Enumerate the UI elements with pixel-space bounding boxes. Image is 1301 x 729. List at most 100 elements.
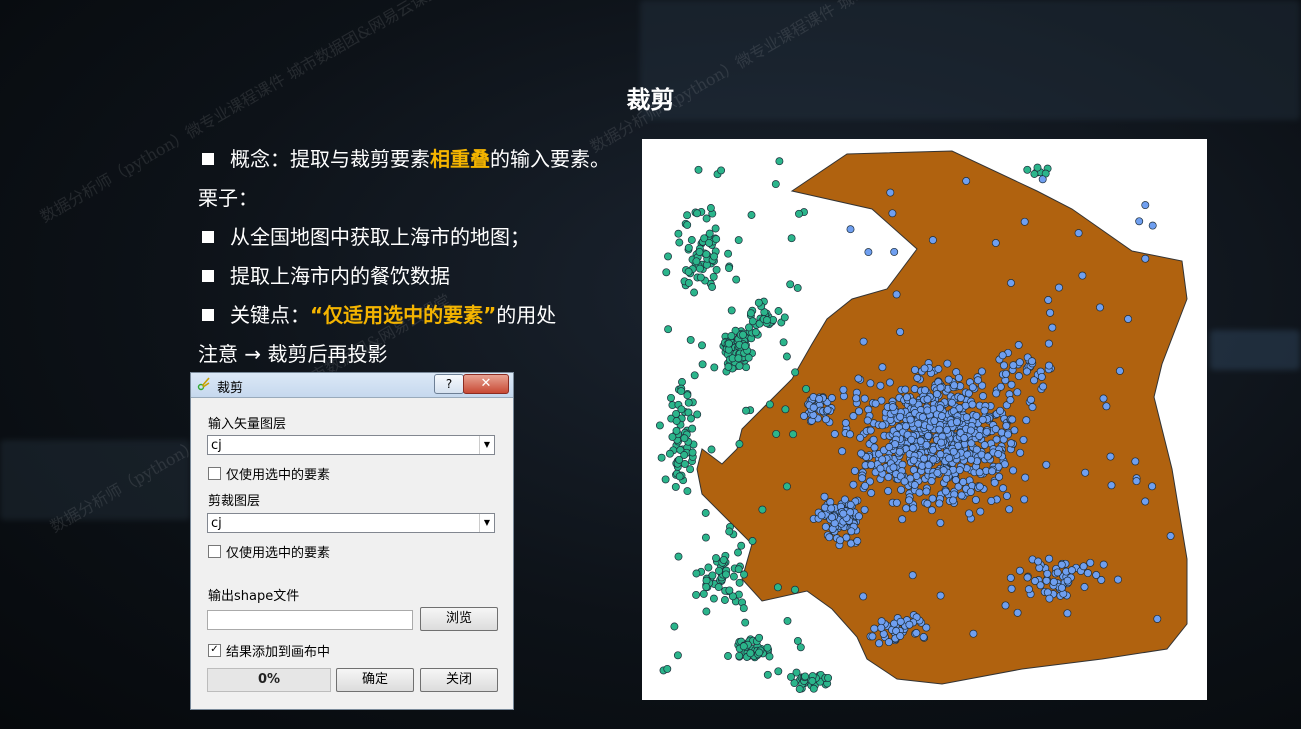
output-file-input[interactable] bbox=[207, 610, 413, 630]
map-point bbox=[1008, 415, 1017, 424]
map-point bbox=[725, 586, 734, 595]
map-point bbox=[966, 426, 975, 435]
map-point bbox=[1092, 571, 1101, 579]
map-point bbox=[732, 275, 741, 284]
close-window-button[interactable]: ✕ bbox=[463, 374, 509, 394]
map-point bbox=[1034, 557, 1043, 566]
map-point bbox=[1021, 473, 1030, 482]
map-point bbox=[860, 394, 869, 403]
map-point bbox=[973, 376, 982, 385]
map-point bbox=[960, 434, 969, 442]
map-point bbox=[739, 330, 747, 339]
map-point bbox=[982, 427, 991, 436]
map-point bbox=[1115, 366, 1124, 375]
close-button[interactable]: 关闭 bbox=[420, 668, 498, 692]
map-point bbox=[905, 620, 914, 629]
map-point bbox=[908, 571, 917, 580]
map-point bbox=[774, 307, 783, 315]
map-point bbox=[864, 248, 873, 257]
map-point bbox=[664, 252, 672, 261]
map-point bbox=[927, 477, 936, 485]
dialog-title: 裁剪 bbox=[217, 381, 244, 396]
browse-button[interactable]: 浏览 bbox=[420, 607, 498, 631]
map-point bbox=[1086, 558, 1095, 567]
map-point bbox=[692, 257, 701, 266]
map-point bbox=[1106, 452, 1115, 461]
map-point bbox=[942, 425, 951, 434]
chevron-down-icon[interactable]: ▼ bbox=[479, 514, 494, 532]
map-point bbox=[1102, 402, 1111, 411]
map-point bbox=[704, 563, 713, 572]
clip-layer-select[interactable]: cj ▼ bbox=[207, 513, 495, 533]
map-point bbox=[1042, 460, 1051, 469]
map-point bbox=[965, 509, 974, 518]
map-point bbox=[1044, 296, 1053, 304]
map-point bbox=[936, 591, 945, 600]
map-point bbox=[783, 616, 792, 625]
add-to-canvas-checkbox[interactable]: ✓ bbox=[208, 644, 221, 657]
clip-selected-only-checkbox[interactable] bbox=[208, 545, 221, 558]
map-point bbox=[933, 468, 942, 477]
map-point bbox=[742, 406, 750, 415]
line-highlight: 相重叠 bbox=[430, 147, 490, 171]
map-point bbox=[854, 512, 863, 521]
input-selected-only-checkbox[interactable] bbox=[208, 467, 221, 480]
map-point bbox=[1080, 583, 1089, 591]
map-point bbox=[913, 374, 922, 382]
map-point bbox=[727, 331, 736, 340]
map-point bbox=[746, 309, 755, 318]
map-point bbox=[998, 351, 1007, 360]
map-point bbox=[840, 495, 849, 504]
map-point bbox=[662, 268, 671, 277]
map-point bbox=[686, 335, 695, 344]
map-point bbox=[1007, 380, 1016, 389]
ok-button[interactable]: 确定 bbox=[336, 668, 414, 692]
map-point bbox=[1022, 416, 1031, 425]
map-point bbox=[1006, 573, 1015, 582]
map-point bbox=[1028, 357, 1036, 366]
map-point bbox=[901, 422, 910, 431]
map-point bbox=[921, 386, 929, 395]
input-layer-select[interactable]: cj ▼ bbox=[207, 435, 495, 455]
map-point bbox=[686, 465, 695, 474]
chevron-down-icon[interactable]: ▼ bbox=[479, 436, 494, 454]
help-button[interactable]: ? bbox=[434, 374, 464, 394]
map-point bbox=[994, 450, 1003, 458]
map-point bbox=[698, 360, 707, 369]
map-point bbox=[876, 381, 885, 390]
dialog-titlebar[interactable]: 裁剪 ? ✕ bbox=[191, 373, 513, 398]
map-point bbox=[1035, 563, 1044, 572]
map-point bbox=[866, 379, 875, 388]
map-point bbox=[943, 359, 952, 368]
map-point bbox=[748, 537, 757, 545]
map-point bbox=[896, 327, 905, 336]
map-point bbox=[698, 341, 706, 350]
map-point bbox=[935, 425, 944, 434]
map-point bbox=[909, 456, 918, 465]
map-point bbox=[929, 455, 938, 464]
map-point bbox=[975, 482, 984, 491]
map-point bbox=[847, 527, 856, 536]
map-point bbox=[1015, 566, 1024, 575]
map-point bbox=[1045, 554, 1054, 563]
map-point bbox=[677, 387, 686, 396]
map-point bbox=[923, 499, 932, 508]
map-point bbox=[1055, 283, 1063, 292]
map-point bbox=[988, 467, 997, 476]
map-point bbox=[680, 451, 689, 459]
background-screen-glow bbox=[1210, 330, 1300, 370]
clip-layer-value: cj bbox=[211, 516, 222, 531]
map-point bbox=[871, 399, 880, 408]
map-point bbox=[895, 447, 904, 456]
map-point bbox=[867, 460, 876, 469]
map-point bbox=[936, 383, 945, 392]
bullet-line-concept: 概念：提取与裁剪要素相重叠的输入要素。 bbox=[198, 140, 638, 179]
map-point bbox=[789, 430, 798, 439]
map-point bbox=[1019, 435, 1028, 444]
map-point bbox=[909, 504, 918, 513]
map-point bbox=[911, 365, 919, 374]
map-point bbox=[897, 485, 906, 494]
map-point bbox=[665, 449, 674, 458]
background-screen-glow bbox=[0, 440, 190, 520]
map-point bbox=[1016, 448, 1025, 457]
